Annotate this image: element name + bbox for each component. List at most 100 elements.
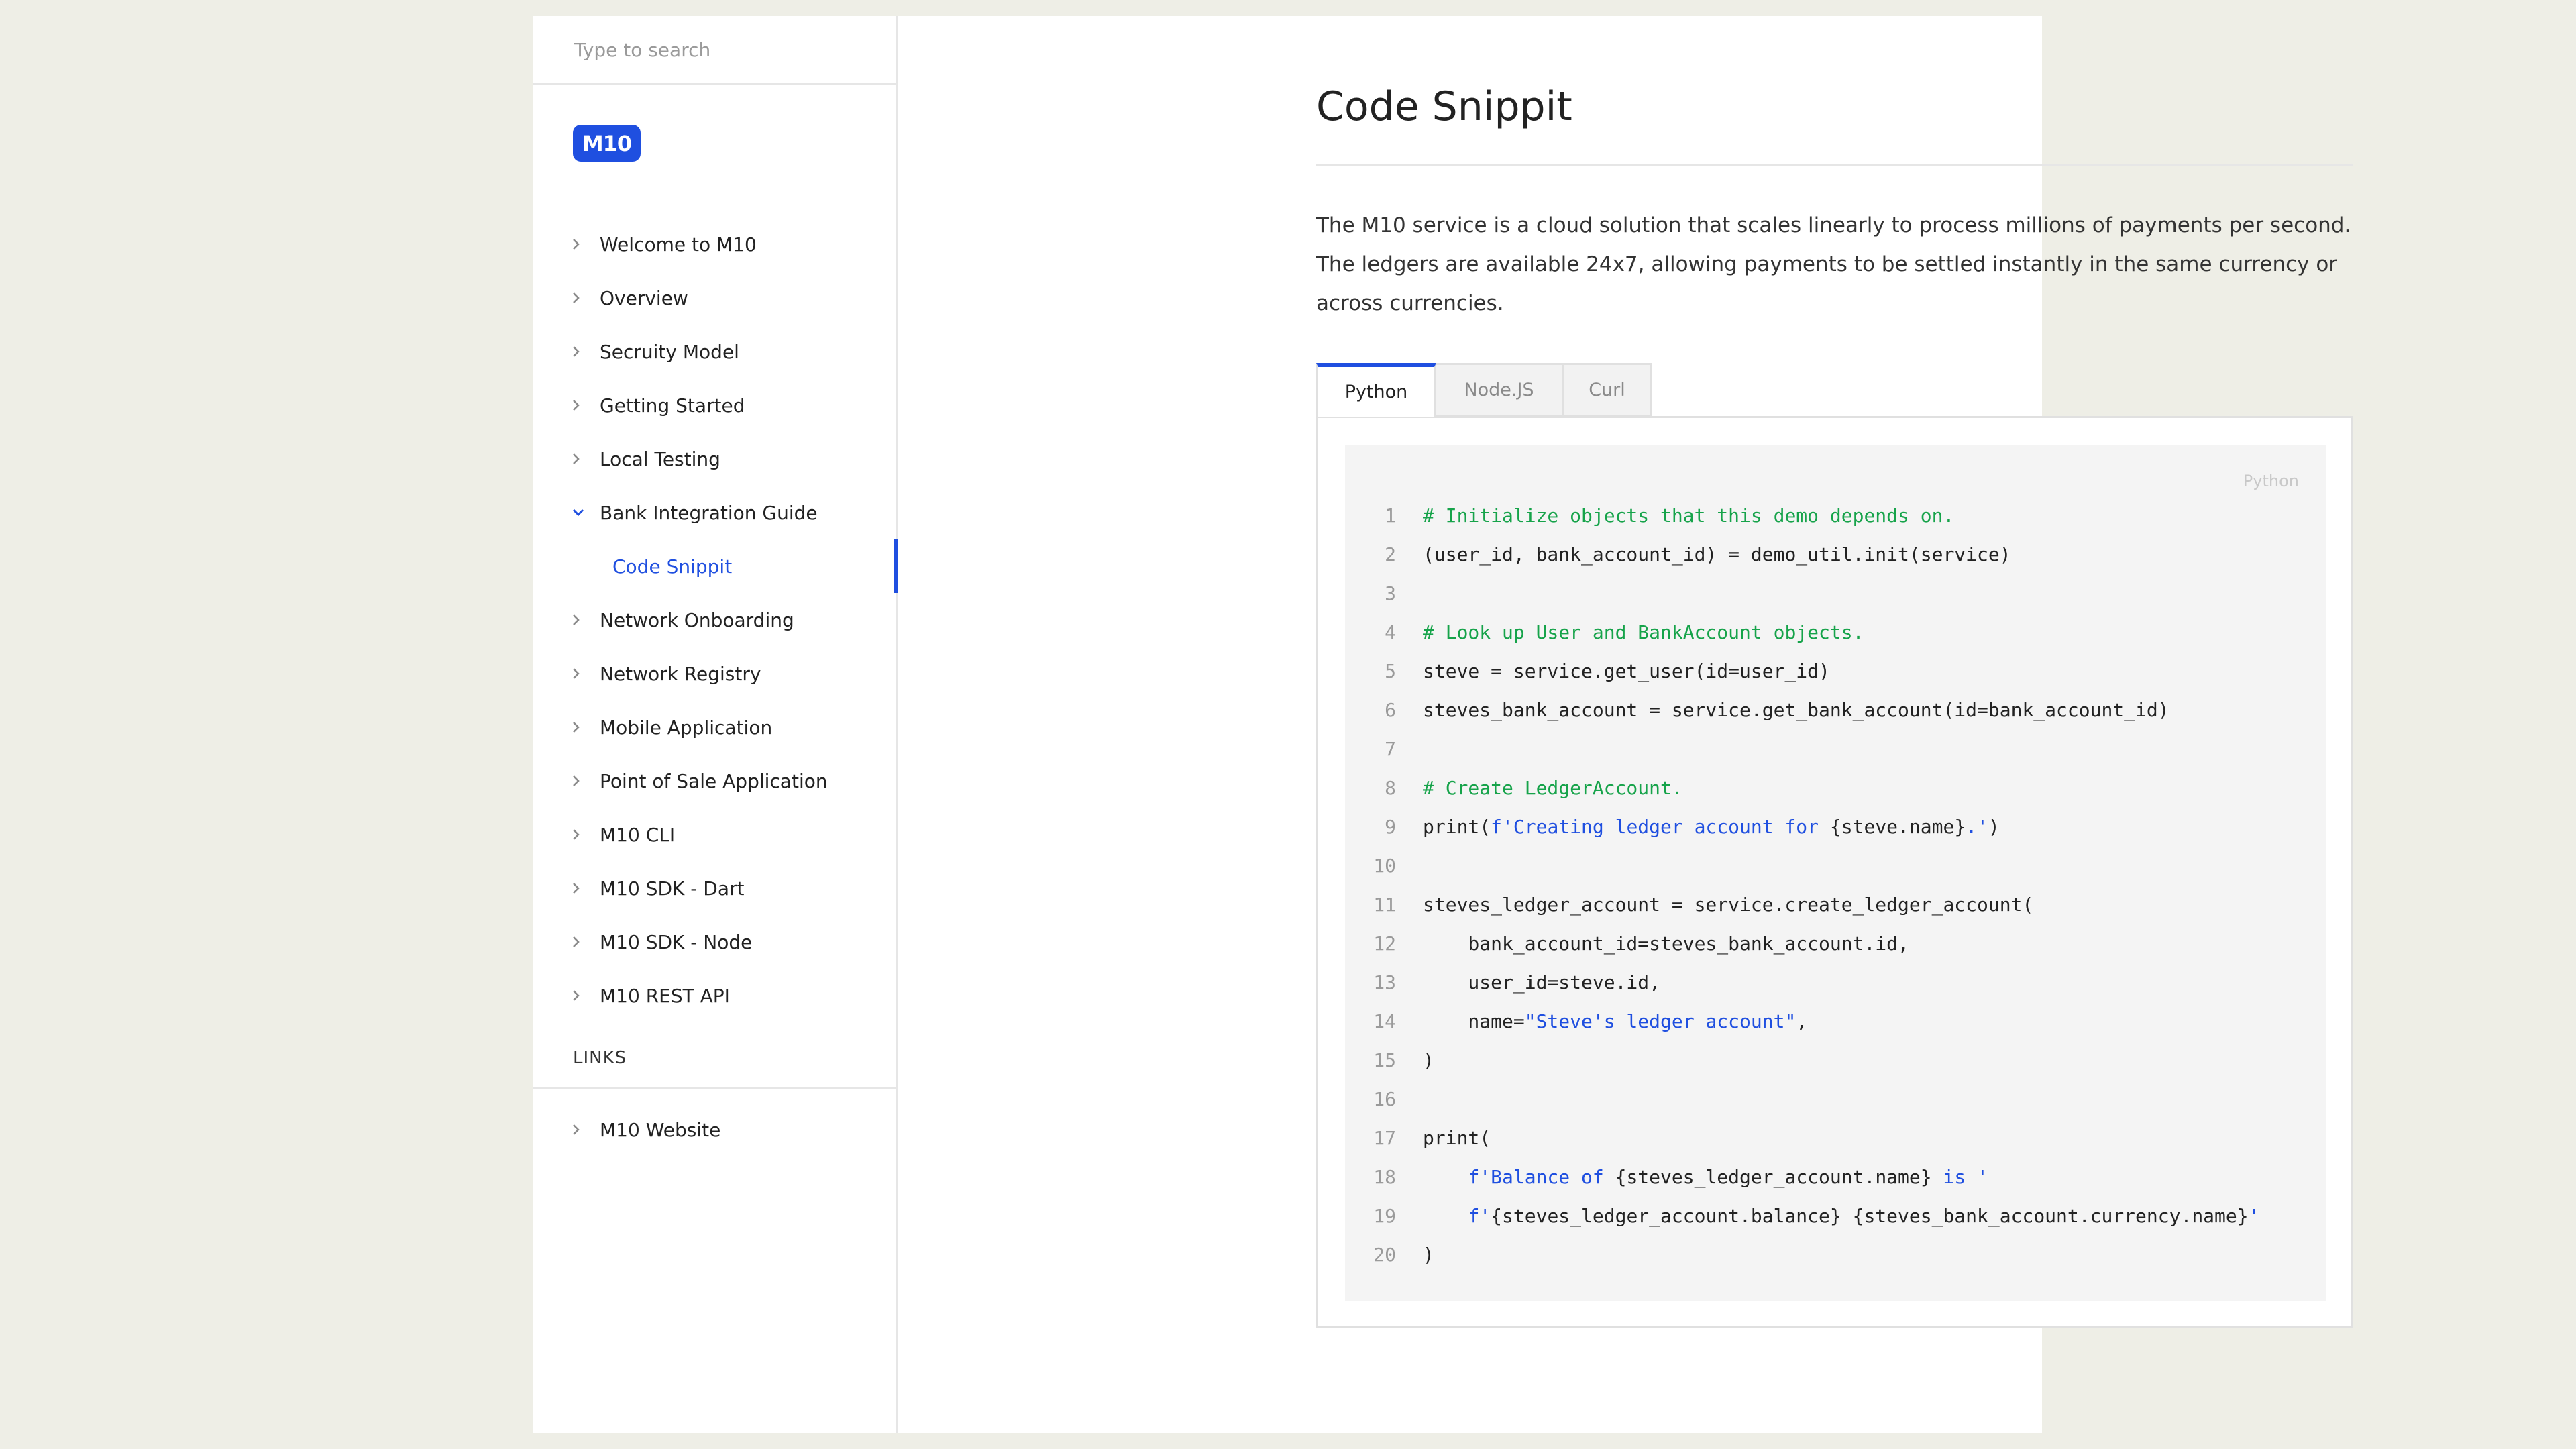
code-line: 7 — [1345, 729, 2326, 768]
links-heading: LINKS — [573, 1048, 627, 1068]
code-token: user_id=steve.id, — [1423, 971, 1661, 994]
sidebar-item-label: Mobile Application — [600, 716, 773, 739]
code-token: steves_bank_account = service.get_bank_a… — [1423, 698, 2169, 721]
code-line: 9 print(f'Creating ledger account for {st… — [1345, 807, 2326, 846]
sidebar-item-bank-integration-guide[interactable]: Bank Integration Guide — [533, 486, 896, 539]
line-number: 20 — [1373, 1243, 1396, 1266]
code-token: ' — [2248, 1204, 2260, 1227]
code-token: , — [1796, 1010, 1808, 1032]
code-line: 17 print( — [1345, 1118, 2326, 1157]
search-bar — [533, 16, 896, 85]
code-token: steve = service.get_user(id=user_id) — [1423, 659, 1830, 682]
search-input[interactable] — [573, 38, 857, 62]
code-token: # Look up User and BankAccount objects. — [1423, 621, 1864, 643]
code-token: ) — [1423, 1049, 1434, 1071]
sidebar-item-label: Local Testing — [600, 447, 720, 470]
sidebar-item-local-testing[interactable]: Local Testing — [533, 432, 896, 486]
links-nav: M10 Website — [533, 1103, 896, 1157]
chevron-right-icon — [572, 774, 598, 788]
main-content: Code Snippit The M10 service is a cloud … — [898, 16, 2353, 1433]
sidebar-item-m10-cli[interactable]: M10 CLI — [533, 808, 896, 861]
code-line: 19 f' {steves_ledger_account.balance} {st… — [1345, 1196, 2326, 1235]
sidebar-item-code-snippit[interactable]: Code Snippit — [533, 539, 898, 593]
chevron-right-icon — [572, 291, 598, 305]
sidebar-item-label: Getting Started — [600, 394, 745, 417]
line-number: 8 — [1385, 776, 1396, 799]
code-line: 13 user_id=steve.id, — [1345, 963, 2326, 1002]
sidebar-item-network-onboarding[interactable]: Network Onboarding — [533, 593, 896, 647]
code-token: for — [1784, 815, 1819, 838]
sidebar-item-sdk-dart[interactable]: M10 SDK - Dart — [533, 861, 896, 915]
tab-python[interactable]: Python — [1316, 363, 1436, 417]
sidebar-item-mobile-application[interactable]: Mobile Application — [533, 700, 896, 754]
code-token: {steve.name} — [1819, 815, 1966, 838]
line-number: 1 — [1385, 504, 1396, 527]
code-token: ) — [1988, 815, 2000, 838]
code-token: steves_ledger_account = service.create_l… — [1423, 893, 2034, 916]
code-token: name= — [1423, 1010, 1525, 1032]
code-line: 15) — [1345, 1040, 2326, 1079]
code-lines: 1 # Initialize objects that this demo dep… — [1345, 496, 2326, 1274]
sidebar-item-rest-api[interactable]: M10 REST API — [533, 969, 896, 1022]
sidebar-item-getting-started[interactable]: Getting Started — [533, 378, 896, 432]
m10-logo[interactable]: M10 — [573, 125, 641, 162]
code-token: print( — [1423, 1126, 1491, 1149]
code-token: f' — [1468, 1204, 1491, 1227]
code-block[interactable]: Python 1 # Initialize objects that this d… — [1345, 445, 2326, 1301]
sidebar-item-label: Welcome to M10 — [600, 233, 757, 256]
sidebar-item-sdk-node[interactable]: M10 SDK - Node — [533, 915, 896, 969]
line-number: 9 — [1385, 815, 1396, 838]
sidebar-item-network-registry[interactable]: Network Registry — [533, 647, 896, 700]
sidebar-link-m10-website[interactable]: M10 Website — [533, 1103, 896, 1157]
chevron-right-icon — [572, 935, 598, 949]
sidebar-item-label: Bank Integration Guide — [600, 501, 818, 524]
line-number: 16 — [1373, 1087, 1396, 1110]
code-token: .' — [1966, 815, 1988, 838]
line-number: 11 — [1373, 893, 1396, 916]
code-line: 10 — [1345, 846, 2326, 885]
sidebar-item-label: Point of Sale Application — [600, 769, 828, 792]
code-token: ) — [1423, 1243, 1434, 1266]
chevron-right-icon — [572, 345, 598, 358]
tab-curl[interactable]: Curl — [1564, 363, 1652, 417]
tab-nodejs[interactable]: Node.JS — [1436, 363, 1564, 417]
sidebar-item-overview[interactable]: Overview — [533, 271, 896, 325]
line-number: 6 — [1385, 698, 1396, 721]
line-number: 3 — [1385, 582, 1396, 604]
code-token: {steves_ledger_account.balance} {steves_… — [1491, 1204, 2249, 1227]
chevron-down-icon — [572, 508, 598, 517]
code-token: {steves_ledger_account.name} — [1615, 1165, 1932, 1188]
code-token: f'Creating ledger account — [1491, 815, 1785, 838]
divider — [533, 1087, 896, 1089]
chevron-right-icon — [572, 613, 598, 627]
sidebar-item-security-model[interactable]: Secruity Model — [533, 325, 896, 378]
sidebar-item-label: Secruity Model — [600, 340, 739, 363]
code-token: print( — [1423, 815, 1491, 838]
code-token: (user_id, bank_account_id) = demo_util.i… — [1423, 543, 2011, 566]
code-token: f'Balance of — [1468, 1165, 1615, 1188]
code-line: 1 # Initialize objects that this demo dep… — [1345, 496, 2326, 535]
code-language-label: Python — [2243, 472, 2299, 490]
code-token: # Create LedgerAccount. — [1423, 776, 1683, 799]
chevron-right-icon — [572, 989, 598, 1002]
code-line: 3 — [1345, 574, 2326, 612]
line-number: 18 — [1373, 1165, 1396, 1188]
code-line: 18 f'Balance of {steves_ledger_account.n… — [1345, 1157, 2326, 1196]
sidebar-item-label: Overview — [600, 286, 688, 309]
line-number: 5 — [1385, 659, 1396, 682]
chevron-right-icon — [572, 452, 598, 466]
chevron-right-icon — [572, 237, 598, 251]
sidebar-item-label: M10 SDK - Node — [600, 930, 753, 953]
code-token: bank_account_id=steves_bank_account.id, — [1423, 932, 1909, 955]
chevron-right-icon — [572, 720, 598, 734]
code-panel: Python 1 # Initialize objects that this d… — [1316, 416, 2353, 1328]
line-number: 14 — [1373, 1010, 1396, 1032]
code-line: 14 name= "Steve's ledger account", — [1345, 1002, 2326, 1040]
code-tabs: Python Node.JS Curl — [1316, 363, 1652, 417]
line-number: 19 — [1373, 1204, 1396, 1227]
code-token: is ' — [1931, 1165, 1988, 1188]
sidebar-item-point-of-sale[interactable]: Point of Sale Application — [533, 754, 896, 808]
line-number: 4 — [1385, 621, 1396, 643]
sidebar-item-welcome[interactable]: Welcome to M10 — [533, 217, 896, 271]
